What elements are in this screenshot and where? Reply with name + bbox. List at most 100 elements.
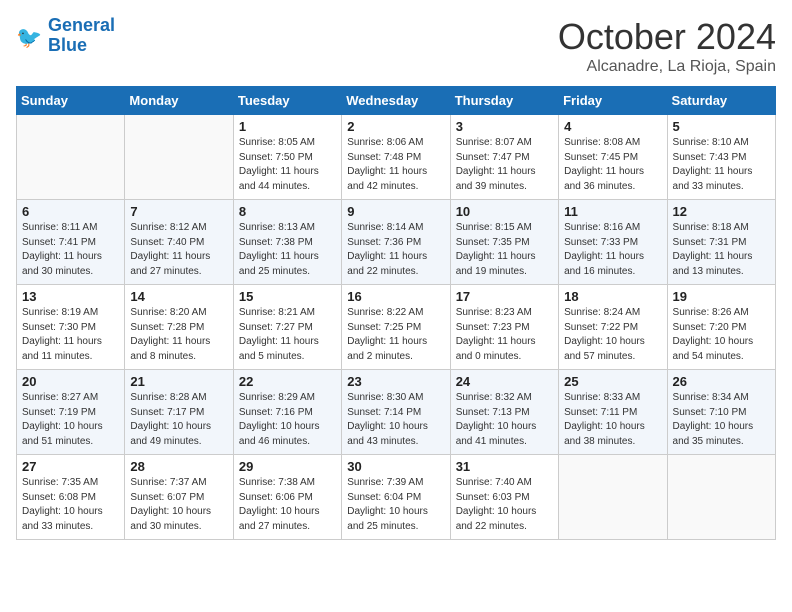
header-cell-wednesday: Wednesday (342, 87, 450, 115)
day-info: Sunrise: 8:27 AMSunset: 7:19 PMDaylight:… (22, 391, 119, 449)
day-info: Sunrise: 8:12 AMSunset: 7:40 PMDaylight:… (130, 221, 227, 279)
calendar-cell: 18 Sunrise: 8:24 AMSunset: 7:22 PMDayligh… (559, 285, 667, 370)
calendar-cell (17, 115, 125, 200)
day-info: Sunrise: 7:38 AMSunset: 6:06 PMDaylight:… (239, 476, 336, 534)
day-number: 19 (673, 289, 770, 304)
calendar-body: 1Sunrise: 8:05 AMSunset: 7:50 PMDaylight… (17, 115, 776, 540)
day-info: Sunrise: 8:21 AMSunset: 7:27 PMDaylight:… (239, 306, 336, 364)
day-number: 20 (22, 374, 119, 389)
calendar-cell: 17Sunrise: 8:23 AMSunset: 7:23 PMDayligh… (450, 285, 558, 370)
day-info: Sunrise: 8:33 AMSunset: 7:11 PMDaylight:… (564, 391, 661, 449)
day-info: Sunrise: 8:06 AMSunset: 7:48 PMDaylight:… (347, 136, 444, 194)
calendar-cell: 21 Sunrise: 8:28 AMSunset: 7:17 PMDayligh… (125, 370, 233, 455)
day-info: Sunrise: 8:32 AMSunset: 7:13 PMDaylight:… (456, 391, 553, 449)
day-info: Sunrise: 8:22 AMSunset: 7:25 PMDaylight:… (347, 306, 444, 364)
day-number: 16 (347, 289, 444, 304)
day-info: Sunrise: 7:35 AMSunset: 6:08 PMDaylight:… (22, 476, 119, 534)
day-number: 2 (347, 119, 444, 134)
day-info: Sunrise: 8:24 AMSunset: 7:22 PMDaylight:… (564, 306, 661, 364)
header-cell-sunday: Sunday (17, 87, 125, 115)
logo-text: General Blue (48, 16, 115, 56)
calendar-week-row: 20 Sunrise: 8:27 AMSunset: 7:19 PMDayligh… (17, 370, 776, 455)
calendar-cell: 13Sunrise: 8:19 AMSunset: 7:30 PMDayligh… (17, 285, 125, 370)
day-info: Sunrise: 8:29 AMSunset: 7:16 PMDaylight:… (239, 391, 336, 449)
day-number: 10 (456, 204, 553, 219)
day-info: Sunrise: 7:37 AMSunset: 6:07 PMDaylight:… (130, 476, 227, 534)
day-number: 27 (22, 459, 119, 474)
svg-text:🐦: 🐦 (16, 26, 42, 49)
calendar-cell: 9 Sunrise: 8:14 AMSunset: 7:36 PMDaylight… (342, 200, 450, 285)
header-cell-thursday: Thursday (450, 87, 558, 115)
logo-icon: 🐦 (16, 22, 44, 50)
day-number: 6 (22, 204, 119, 219)
calendar-cell: 23 Sunrise: 8:30 AMSunset: 7:14 PMDayligh… (342, 370, 450, 455)
day-info: Sunrise: 8:07 AMSunset: 7:47 PMDaylight:… (456, 136, 553, 194)
calendar-cell: 8Sunrise: 8:13 AMSunset: 7:38 PMDaylight… (233, 200, 341, 285)
day-number: 21 (130, 374, 227, 389)
calendar-cell: 14Sunrise: 8:20 AMSunset: 7:28 PMDayligh… (125, 285, 233, 370)
day-info: Sunrise: 8:19 AMSunset: 7:30 PMDaylight:… (22, 306, 119, 364)
calendar-cell (667, 455, 775, 540)
day-number: 14 (130, 289, 227, 304)
calendar-cell: 1Sunrise: 8:05 AMSunset: 7:50 PMDaylight… (233, 115, 341, 200)
day-number: 15 (239, 289, 336, 304)
header-row: SundayMondayTuesdayWednesdayThursdayFrid… (17, 87, 776, 115)
day-number: 9 (347, 204, 444, 219)
calendar-week-row: 1Sunrise: 8:05 AMSunset: 7:50 PMDaylight… (17, 115, 776, 200)
calendar-cell: 15 Sunrise: 8:21 AMSunset: 7:27 PMDayligh… (233, 285, 341, 370)
calendar-cell: 25 Sunrise: 8:33 AMSunset: 7:11 PMDayligh… (559, 370, 667, 455)
calendar-cell: 27 Sunrise: 7:35 AMSunset: 6:08 PMDayligh… (17, 455, 125, 540)
calendar-cell: 3Sunrise: 8:07 AMSunset: 7:47 PMDaylight… (450, 115, 558, 200)
day-number: 23 (347, 374, 444, 389)
calendar-cell: 11Sunrise: 8:16 AMSunset: 7:33 PMDayligh… (559, 200, 667, 285)
page-header: 🐦 General Blue October 2024 Alcanadre, L… (16, 16, 776, 76)
day-info: Sunrise: 8:14 AMSunset: 7:36 PMDaylight:… (347, 221, 444, 279)
calendar-cell: 4Sunrise: 8:08 AMSunset: 7:45 PMDaylight… (559, 115, 667, 200)
day-number: 31 (456, 459, 553, 474)
day-info: Sunrise: 8:28 AMSunset: 7:17 PMDaylight:… (130, 391, 227, 449)
day-number: 30 (347, 459, 444, 474)
day-info: Sunrise: 7:40 AMSunset: 6:03 PMDaylight:… (456, 476, 553, 534)
calendar-header: SundayMondayTuesdayWednesdayThursdayFrid… (17, 87, 776, 115)
calendar-week-row: 27 Sunrise: 7:35 AMSunset: 6:08 PMDayligh… (17, 455, 776, 540)
calendar-cell: 26Sunrise: 8:34 AMSunset: 7:10 PMDayligh… (667, 370, 775, 455)
calendar-cell: 10 Sunrise: 8:15 AMSunset: 7:35 PMDayligh… (450, 200, 558, 285)
calendar-cell: 30 Sunrise: 7:39 AMSunset: 6:04 PMDayligh… (342, 455, 450, 540)
calendar-cell: 22Sunrise: 8:29 AMSunset: 7:16 PMDayligh… (233, 370, 341, 455)
calendar-cell: 19 Sunrise: 8:26 AMSunset: 7:20 PMDayligh… (667, 285, 775, 370)
calendar-week-row: 13Sunrise: 8:19 AMSunset: 7:30 PMDayligh… (17, 285, 776, 370)
day-info: Sunrise: 8:05 AMSunset: 7:50 PMDaylight:… (239, 136, 336, 194)
logo: 🐦 General Blue (16, 16, 115, 56)
day-number: 11 (564, 204, 661, 219)
calendar-cell: 6 Sunrise: 8:11 AMSunset: 7:41 PMDaylight… (17, 200, 125, 285)
title-area: October 2024 Alcanadre, La Rioja, Spain (558, 16, 776, 76)
day-number: 17 (456, 289, 553, 304)
day-number: 12 (673, 204, 770, 219)
day-info: Sunrise: 8:26 AMSunset: 7:20 PMDaylight:… (673, 306, 770, 364)
month-title: October 2024 (558, 16, 776, 58)
header-cell-monday: Monday (125, 87, 233, 115)
calendar-cell: 2 Sunrise: 8:06 AMSunset: 7:48 PMDaylight… (342, 115, 450, 200)
day-number: 7 (130, 204, 227, 219)
calendar-cell: 16 Sunrise: 8:22 AMSunset: 7:25 PMDayligh… (342, 285, 450, 370)
calendar-cell: 5Sunrise: 8:10 AMSunset: 7:43 PMDaylight… (667, 115, 775, 200)
day-info: Sunrise: 8:15 AMSunset: 7:35 PMDaylight:… (456, 221, 553, 279)
calendar-week-row: 6 Sunrise: 8:11 AMSunset: 7:41 PMDaylight… (17, 200, 776, 285)
day-info: Sunrise: 7:39 AMSunset: 6:04 PMDaylight:… (347, 476, 444, 534)
day-number: 4 (564, 119, 661, 134)
calendar-cell (125, 115, 233, 200)
day-info: Sunrise: 8:30 AMSunset: 7:14 PMDaylight:… (347, 391, 444, 449)
day-number: 25 (564, 374, 661, 389)
day-info: Sunrise: 8:18 AMSunset: 7:31 PMDaylight:… (673, 221, 770, 279)
header-cell-saturday: Saturday (667, 87, 775, 115)
day-number: 18 (564, 289, 661, 304)
calendar-cell: 29 Sunrise: 7:38 AMSunset: 6:06 PMDayligh… (233, 455, 341, 540)
day-info: Sunrise: 8:11 AMSunset: 7:41 PMDaylight:… (22, 221, 119, 279)
calendar-table: SundayMondayTuesdayWednesdayThursdayFrid… (16, 86, 776, 540)
calendar-cell: 24Sunrise: 8:32 AMSunset: 7:13 PMDayligh… (450, 370, 558, 455)
header-cell-tuesday: Tuesday (233, 87, 341, 115)
day-info: Sunrise: 8:10 AMSunset: 7:43 PMDaylight:… (673, 136, 770, 194)
calendar-cell: 7 Sunrise: 8:12 AMSunset: 7:40 PMDaylight… (125, 200, 233, 285)
day-number: 26 (673, 374, 770, 389)
day-number: 29 (239, 459, 336, 474)
